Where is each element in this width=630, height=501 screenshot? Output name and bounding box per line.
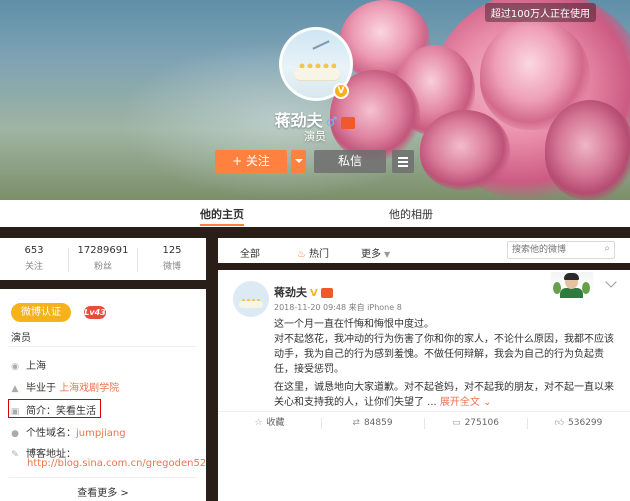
blog-icon: ✎ — [11, 450, 19, 460]
filter-more-label: 更多 — [361, 249, 381, 260]
post-author-name[interactable]: 蒋劲夫 — [274, 286, 307, 299]
vip-crown-icon — [320, 288, 333, 298]
filter-all[interactable]: 全部 — [240, 245, 260, 260]
bio-value: 简介：笑看生活 — [26, 406, 96, 417]
info-panel: 微博认证 Lv43 演员 ◉ 上海 ▲ 毕业于 上海戏剧学院 ▣ 简介：笑看生活 ● 个… — [0, 289, 206, 501]
repost-count: 84859 — [363, 418, 393, 428]
weibo-verified-badge[interactable]: 微博认证 — [11, 303, 71, 322]
profile-role: 演员 — [304, 130, 326, 143]
follow-dropdown-button[interactable] — [291, 150, 306, 173]
info-domain: ● 个性域名：jumpjiang — [10, 424, 126, 439]
stat-posts[interactable]: 125 微博 — [138, 245, 206, 272]
stat-label: 关注 — [24, 262, 43, 272]
favorite-button[interactable]: ☆ 收藏 — [218, 412, 321, 435]
education-prefix: 毕业于 — [26, 383, 56, 394]
info-bio: ▣ 简介：笑看生活 — [10, 402, 96, 417]
info-role: 演员 — [11, 333, 31, 344]
follow-button[interactable]: + 关注 — [215, 150, 287, 173]
post-author-avatar[interactable] — [233, 281, 269, 317]
document-icon: ▣ — [10, 407, 20, 417]
expand-full-text-link[interactable]: 展开全文 ⌄ — [440, 397, 492, 408]
favorite-label: 收藏 — [266, 418, 285, 428]
post-actions-bar: ☆ 收藏 ⇄ 84859 ▭ 275106 👍︎ 536299 — [218, 411, 630, 434]
domain-link[interactable]: jumpjiang — [76, 428, 126, 439]
post-sticker-illustration — [551, 272, 593, 298]
graduation-cap-icon: ▲ — [11, 384, 19, 394]
post-paragraph: 对不起悠花，我冲动的行为伤害了你和你的家人，不论什么原因，我都不应该动手，我为自… — [274, 334, 614, 375]
school-link[interactable]: 上海戏剧学院 — [59, 383, 119, 394]
blog-url-row: http://blog.sina.com.cn/gregoden52 — [27, 458, 206, 469]
post-search-input[interactable] — [512, 244, 592, 256]
like-button[interactable]: 👍︎ 536299 — [527, 412, 630, 435]
divider — [9, 477, 197, 478]
comment-button[interactable]: ▭ 275106 — [424, 412, 527, 435]
level-badge[interactable]: Lv43 — [84, 306, 106, 319]
filter-hot-label: 热门 — [308, 249, 329, 260]
stat-label: 微博 — [162, 262, 181, 272]
stat-followers[interactable]: 17289691 粉丝 — [69, 245, 137, 272]
verified-v-icon: V — [310, 288, 318, 299]
flame-icon: ♨ — [297, 249, 306, 260]
message-button[interactable]: 私信 — [314, 150, 386, 173]
domain-label: 个性域名： — [26, 428, 76, 439]
stat-following[interactable]: 653 关注 — [0, 245, 68, 272]
repost-icon: ⇄ — [352, 418, 360, 428]
blog-link[interactable]: http://blog.sina.com.cn/gregoden52 — [27, 458, 206, 469]
feed-post: 蒋劲夫 V 2018-11-20 09:48 来自 iPhone 8 这一个月一直… — [218, 270, 630, 501]
divider — [9, 346, 197, 347]
like-count: 536299 — [568, 418, 603, 428]
info-education: ▲ 毕业于 上海戏剧学院 — [10, 379, 120, 394]
stat-value: 653 — [24, 245, 44, 256]
post-content: 这一个月一直在忏悔和悔恨中度过。 对不起悠花，我冲动的行为伤害了你和你的家人，不… — [274, 317, 614, 410]
verified-label: 微博认证 — [21, 307, 61, 318]
tab-album[interactable]: 他的相册 — [389, 206, 433, 222]
post-author-row: 蒋劲夫 V — [274, 284, 333, 300]
more-menu-button[interactable] — [392, 150, 414, 173]
stat-value: 17289691 — [77, 245, 129, 256]
stat-label: 粉丝 — [93, 262, 112, 272]
vip-crown-icon — [341, 116, 356, 129]
repost-button[interactable]: ⇄ 84859 — [321, 412, 424, 435]
post-options-chevron-icon[interactable] — [605, 276, 617, 288]
post-search-box[interactable]: ⌕ — [507, 241, 615, 259]
thumbs-up-icon: 👍︎ — [554, 418, 565, 428]
verified-badge-icon: V — [333, 83, 349, 99]
post-meta[interactable]: 2018-11-20 09:48 来自 iPhone 8 — [274, 302, 402, 313]
filter-hot[interactable]: ♨ 热门 — [297, 245, 329, 260]
comment-icon: ▭ — [452, 418, 461, 428]
person-icon: ● — [11, 429, 19, 439]
feed-filter-bar: 全部 ♨热门 更多▼ ⌕ — [218, 238, 630, 263]
stats-panel: 653 关注 17289691 粉丝 125 微博 — [0, 238, 206, 280]
online-users-badge: 超过100万人正在使用 — [484, 3, 596, 22]
tab-home[interactable]: 他的主页 — [200, 206, 244, 226]
info-location: ◉ 上海 — [10, 357, 46, 372]
profile-tabs: 他的主页 他的相册 — [0, 200, 630, 227]
profile-cover: 超过100万人正在使用 V 蒋劲夫 ♂ 演员 + 关注 私信 — [0, 0, 630, 200]
post-paragraph: 在这里，诚恳地向大家道歉。对不起爸妈，对不起我的朋友，对不起一直以来关心和支持我… — [274, 380, 614, 410]
stat-value: 125 — [162, 245, 182, 256]
location-pin-icon: ◉ — [11, 362, 19, 372]
star-icon: ☆ — [254, 418, 263, 428]
location-value: 上海 — [26, 361, 46, 372]
comment-count: 275106 — [464, 418, 499, 428]
view-more-link[interactable]: 查看更多 > — [0, 484, 206, 499]
post-paragraph: 这一个月一直在忏悔和悔恨中度过。 — [274, 319, 434, 330]
search-icon[interactable]: ⌕ — [604, 243, 610, 254]
filter-more[interactable]: 更多 ▼ — [361, 245, 390, 260]
chevron-down-icon: ▼ — [384, 250, 391, 259]
